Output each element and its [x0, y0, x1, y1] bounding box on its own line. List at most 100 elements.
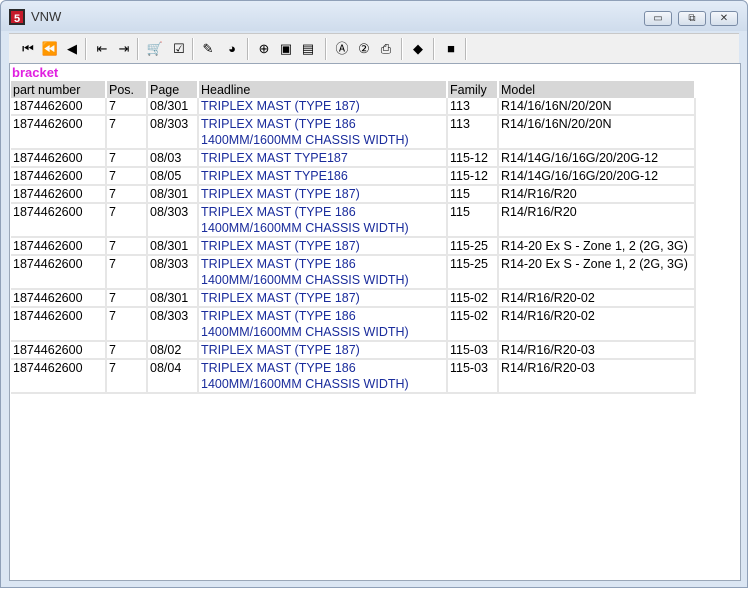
headline-line-1: TRIPLEX MAST (TYPE 187) [201, 291, 360, 305]
headline-line-1: TRIPLEX MAST (TYPE 187) [201, 99, 360, 113]
headline-link[interactable]: TRIPLEX MAST (TYPE 187) [198, 98, 448, 116]
toolbar-separator [137, 38, 139, 60]
column-header-page[interactable]: Page [147, 81, 199, 98]
window-title: VNW [31, 9, 62, 24]
page-2-icon[interactable]: ▤ [299, 40, 317, 58]
cell-part: 1874462600 [11, 307, 107, 342]
cell-part: 1874462600 [11, 115, 107, 150]
printer-icon[interactable]: ⎙ [377, 40, 395, 58]
cell-pos: 7 [106, 203, 148, 238]
globe-icon[interactable]: ◕ [223, 40, 241, 58]
cell-model: R14/R16/R20 [498, 203, 696, 238]
column-header-part-number[interactable]: part number [11, 81, 107, 98]
eraser-icon[interactable]: ◆ [409, 40, 427, 58]
cell-family: 115 [447, 203, 499, 238]
headline-link[interactable]: TRIPLEX MAST (TYPE 187) [198, 289, 448, 308]
pen-icon[interactable]: ✎ [199, 40, 217, 58]
table-row[interactable]: 1874462600 7 08/02 TRIPLEX MAST (TYPE 187) 1… [11, 341, 696, 360]
app-window: 5 VNW ▭ ⧉ ✕ ⏮ ⏪ ◀ ⇤ ⇥ 🛒 ☑ ✎ ◕ ⊕ ▣ ▤ Ⓐ ② ⎙ ◆ ■ bracket part… [0, 0, 748, 588]
maximize-button[interactable]: ⧉ [678, 11, 706, 26]
cell-part: 1874462600 [11, 255, 107, 290]
cell-part: 1874462600 [11, 237, 107, 256]
table-row[interactable]: 1874462600 7 08/301 TRIPLEX MAST (TYPE 187)… [11, 98, 696, 116]
page-icon[interactable]: ▣ [277, 40, 295, 58]
headline-line-1: TRIPLEX MAST (TYPE 186 [201, 257, 356, 271]
table-header-row: part number Pos. Page Headline Family Mo… [11, 81, 696, 98]
checklist-icon[interactable]: ☑ [170, 40, 188, 58]
headline-link[interactable]: TRIPLEX MAST TYPE187 [198, 149, 448, 168]
toolbar-separator [433, 38, 435, 60]
headline-link[interactable]: TRIPLEX MAST (TYPE 187) [198, 185, 448, 204]
cell-page: 08/303 [147, 307, 199, 342]
headline-link[interactable]: TRIPLEX MAST (TYPE 186 1400MM/1600MM CHAS… [198, 115, 448, 150]
column-header-headline[interactable]: Headline [198, 81, 448, 98]
headline-line-1: TRIPLEX MAST (TYPE 186 [201, 117, 356, 131]
toolbar-separator [465, 38, 467, 60]
headline-link[interactable]: TRIPLEX MAST (TYPE 186 1400MM/1600MM CHAS… [198, 307, 448, 342]
headline-line-1: TRIPLEX MAST (TYPE 187) [201, 343, 360, 357]
two-circle-icon[interactable]: ② [355, 40, 373, 58]
cell-model: R14/R16/R20 [498, 185, 696, 204]
cell-model: R14/R16/R20-02 [498, 289, 696, 308]
cell-model: R14/16/16N/20/20N [498, 115, 696, 150]
headline-link[interactable]: TRIPLEX MAST (TYPE 187) [198, 237, 448, 256]
title-bar[interactable]: 5 VNW ▭ ⧉ ✕ [1, 1, 747, 31]
toolbar-separator [401, 38, 403, 60]
cell-page: 08/301 [147, 185, 199, 204]
cell-model: R14/14G/16/16G/20/20G-12 [498, 149, 696, 168]
table-row[interactable]: 1874462600 7 08/303 TRIPLEX MAST (TYPE 186 1… [11, 203, 696, 238]
headline-link[interactable]: TRIPLEX MAST (TYPE 186 1400MM/1600MM CHAS… [198, 359, 448, 394]
minimize-button[interactable]: ▭ [644, 11, 672, 26]
table-row[interactable]: 1874462600 7 08/03 TRIPLEX MAST TYPE187 115-… [11, 149, 696, 168]
a-circle-icon[interactable]: Ⓐ [333, 40, 351, 58]
cell-page: 08/301 [147, 98, 199, 116]
cell-page: 08/301 [147, 237, 199, 256]
column-header-pos[interactable]: Pos. [106, 81, 148, 98]
cell-page: 08/303 [147, 203, 199, 238]
table-row[interactable]: 1874462600 7 08/303 TRIPLEX MAST (TYPE 186 1… [11, 255, 696, 290]
column-header-model[interactable]: Model [498, 81, 696, 98]
headline-line-2: 1400MM/1600MM CHASSIS WIDTH) [201, 133, 409, 147]
forward-page-icon[interactable]: ⇥ [115, 40, 133, 58]
headline-line-1: TRIPLEX MAST (TYPE 187) [201, 239, 360, 253]
headline-line-1: TRIPLEX MAST TYPE187 [201, 151, 348, 165]
headline-link[interactable]: TRIPLEX MAST (TYPE 186 1400MM/1600MM CHAS… [198, 255, 448, 290]
cell-family: 115-12 [447, 149, 499, 168]
column-header-family[interactable]: Family [447, 81, 499, 98]
table-row[interactable]: 1874462600 7 08/303 TRIPLEX MAST (TYPE 186 1… [11, 115, 696, 150]
toolbar-separator [325, 38, 327, 60]
rewind-icon[interactable]: ⏪ [41, 40, 59, 58]
cell-pos: 7 [106, 167, 148, 186]
table-row[interactable]: 1874462600 7 08/05 TRIPLEX MAST TYPE186 115-… [11, 167, 696, 186]
cell-family: 115-03 [447, 341, 499, 360]
close-button[interactable]: ✕ [710, 11, 738, 26]
headline-link[interactable]: TRIPLEX MAST (TYPE 187) [198, 341, 448, 360]
cell-family: 113 [447, 115, 499, 150]
table-row[interactable]: 1874462600 7 08/303 TRIPLEX MAST (TYPE 186 1… [11, 307, 696, 342]
headline-link[interactable]: TRIPLEX MAST (TYPE 186 1400MM/1600MM CHAS… [198, 203, 448, 238]
cell-model: R14/14G/16/16G/20/20G-12 [498, 167, 696, 186]
table-row[interactable]: 1874462600 7 08/301 TRIPLEX MAST (TYPE 187)… [11, 185, 696, 204]
table-row[interactable]: 1874462600 7 08/301 TRIPLEX MAST (TYPE 187)… [11, 237, 696, 256]
back-page-icon[interactable]: ⇤ [93, 40, 111, 58]
results-table: part number Pos. Page Headline Family Mo… [11, 81, 696, 394]
table-row[interactable]: 1874462600 7 08/04 TRIPLEX MAST (TYPE 186 14… [11, 359, 696, 394]
cell-page: 08/301 [147, 289, 199, 308]
cell-page: 08/303 [147, 115, 199, 150]
toolbar-separator [247, 38, 249, 60]
table-row[interactable]: 1874462600 7 08/301 TRIPLEX MAST (TYPE 187)… [11, 289, 696, 308]
headline-line-2: 1400MM/1600MM CHASSIS WIDTH) [201, 325, 409, 339]
cell-model: R14-20 Ex S - Zone 1, 2 (2G, 3G) [498, 237, 696, 256]
cell-part: 1874462600 [11, 149, 107, 168]
headline-line-2: 1400MM/1600MM CHASSIS WIDTH) [201, 273, 409, 287]
previous-icon[interactable]: ◀ [63, 40, 81, 58]
cell-pos: 7 [106, 237, 148, 256]
cell-family: 115-03 [447, 359, 499, 394]
cart-icon[interactable]: 🛒 [146, 40, 164, 58]
headline-link[interactable]: TRIPLEX MAST TYPE186 [198, 167, 448, 186]
zoom-icon[interactable]: ⊕ [255, 40, 273, 58]
cell-part: 1874462600 [11, 359, 107, 394]
stop-icon[interactable]: ■ [442, 40, 460, 58]
cell-family: 115 [447, 185, 499, 204]
first-icon[interactable]: ⏮ [19, 40, 37, 58]
